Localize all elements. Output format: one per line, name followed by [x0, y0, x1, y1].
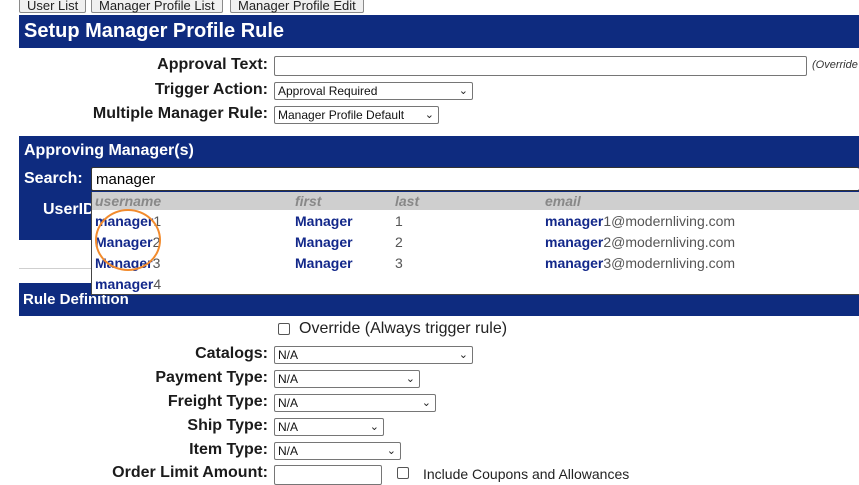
chevron-down-icon: ⌄	[405, 373, 415, 385]
column-last: last	[395, 193, 420, 209]
email-match: manager	[545, 255, 604, 271]
payment-type-select[interactable]: N/A ⌄	[274, 370, 420, 388]
trigger-action-label: Trigger Action:	[154, 81, 268, 98]
highlight-circle	[95, 209, 161, 271]
catalogs-label: Catalogs:	[195, 345, 268, 362]
email-match: manager	[545, 213, 604, 229]
freight-type-label: Freight Type:	[167, 393, 268, 410]
email-match: manager	[545, 234, 604, 250]
catalogs-value: N/A	[278, 348, 299, 362]
chevron-down-icon: ⌄	[369, 421, 379, 433]
ship-type-select[interactable]: N/A ⌄	[274, 418, 384, 436]
override-checkbox[interactable]	[278, 323, 290, 335]
page-title: Setup Manager Profile Rule	[19, 15, 859, 48]
tab-user-list[interactable]: User List	[19, 0, 87, 13]
search-label: Search:	[24, 170, 83, 187]
order-limit-input[interactable]	[274, 465, 382, 485]
autocomplete-row[interactable]: manager1 Manager 1 manager1@modernliving…	[92, 211, 859, 232]
tab-manager-profile-list[interactable]: Manager Profile List	[91, 0, 223, 13]
trigger-action-value: Approval Required	[278, 84, 378, 98]
multiple-manager-rule-select[interactable]: Manager Profile Default ⌄	[274, 106, 439, 124]
freight-type-select[interactable]: N/A ⌄	[274, 394, 436, 412]
autocomplete-row[interactable]: Manager3 Manager 3 manager3@modernliving…	[92, 253, 859, 274]
last-name: 3	[395, 255, 403, 271]
multiple-manager-rule-label: Multiple Manager Rule:	[92, 105, 268, 122]
include-coupons-label: Include Coupons and Allowances	[423, 466, 630, 482]
approval-text-label: Approval Text:	[157, 56, 268, 73]
chevron-down-icon: ⌄	[424, 109, 434, 121]
freight-type-value: N/A	[278, 396, 299, 410]
approval-text-hint: (Override	[812, 59, 858, 71]
chevron-down-icon: ⌄	[458, 85, 468, 97]
order-limit-label: Order Limit Amount:	[112, 464, 268, 481]
payment-type-value: N/A	[278, 372, 299, 386]
first-name: Manager	[295, 255, 353, 271]
column-first: first	[295, 193, 322, 209]
chevron-down-icon: ⌄	[386, 445, 396, 457]
username-match: manager	[95, 276, 154, 292]
catalogs-select[interactable]: N/A ⌄	[274, 346, 473, 364]
ship-type-label: Ship Type:	[187, 417, 268, 434]
include-coupons-checkbox[interactable]	[397, 467, 409, 479]
payment-type-label: Payment Type:	[155, 369, 268, 386]
item-type-label: Item Type:	[189, 441, 268, 458]
search-input[interactable]	[91, 167, 859, 191]
multiple-manager-rule-value: Manager Profile Default	[278, 108, 405, 122]
column-email: email	[545, 193, 581, 209]
username-rest: 4	[153, 276, 162, 292]
column-username: username	[95, 193, 162, 209]
email-rest: 1@modernliving.com	[603, 213, 736, 229]
override-label: Override (Always trigger rule)	[299, 320, 508, 337]
approving-managers-title: Approving Manager(s)	[24, 142, 194, 159]
trigger-action-select[interactable]: Approval Required ⌄	[274, 82, 473, 100]
tab-manager-profile-edit[interactable]: Manager Profile Edit	[230, 0, 364, 13]
ship-type-value: N/A	[278, 420, 299, 434]
email-rest: 3@modernliving.com	[603, 255, 736, 271]
autocomplete-row[interactable]: Manager2 Manager 2 manager2@modernliving…	[92, 232, 859, 253]
divider	[19, 268, 91, 269]
chevron-down-icon: ⌄	[421, 397, 431, 409]
autocomplete-dropdown: username first last email manager 1 Manag…	[91, 192, 859, 295]
first-name: Manager	[295, 213, 353, 229]
first-name: Manager	[295, 234, 353, 250]
last-name: 2	[395, 234, 403, 250]
autocomplete-header: username first last email	[92, 192, 859, 210]
autocomplete-row[interactable]: manager4	[92, 274, 859, 295]
chevron-down-icon: ⌄	[458, 349, 468, 361]
email-rest: 2@modernliving.com	[603, 234, 736, 250]
approval-text-input[interactable]	[274, 56, 807, 76]
userid-label: UserID	[43, 201, 95, 218]
item-type-value: N/A	[278, 444, 299, 458]
item-type-select[interactable]: N/A ⌄	[274, 442, 401, 460]
last-name: 1	[395, 213, 403, 229]
